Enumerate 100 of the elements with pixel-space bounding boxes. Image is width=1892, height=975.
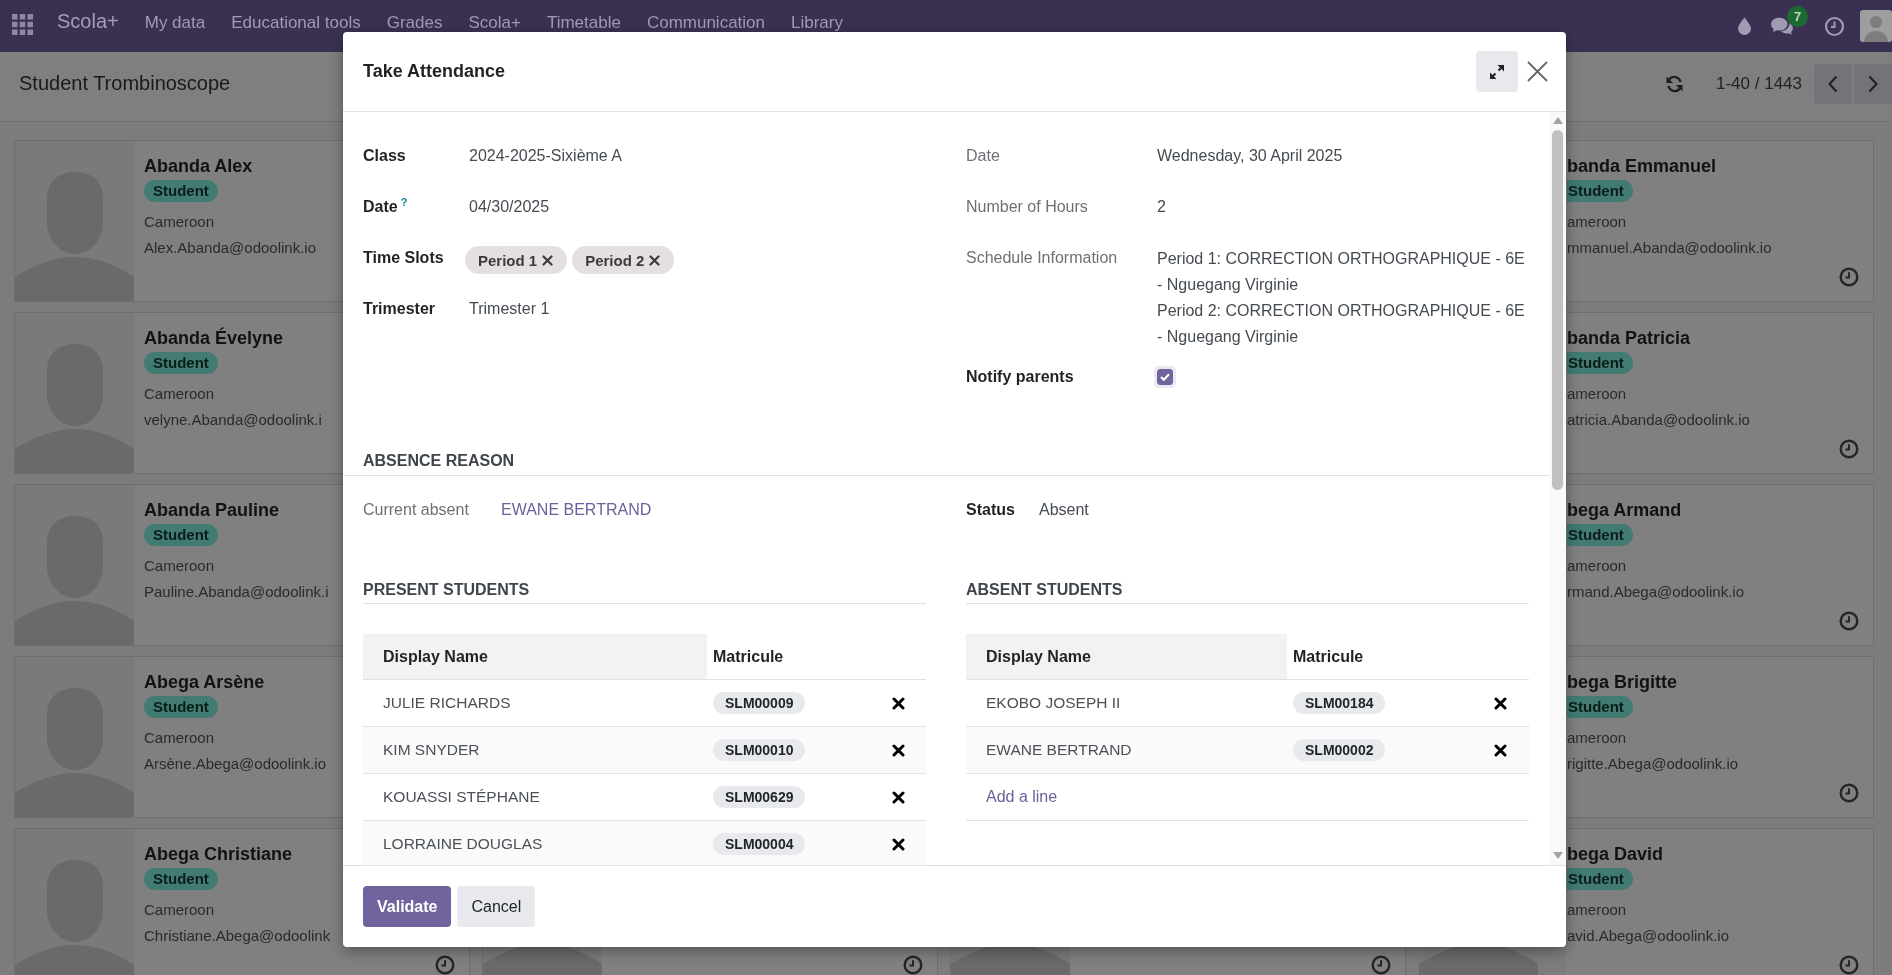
email-text: mmanuel.Abanda@odoolink.io (1567, 238, 1772, 258)
student-card[interactable]: Abega Arsène Student Cameroon Arsène.Abega@odoolink.io (14, 656, 343, 818)
matricule-tag: SLM00009 (713, 692, 806, 714)
clock-icon[interactable] (903, 955, 923, 975)
tag-label: Period 1 (478, 251, 538, 269)
cross-icon[interactable] (891, 790, 905, 804)
table-row[interactable]: KIM SNYDER SLM00010 (363, 727, 926, 774)
country-text: ameroon (1567, 384, 1627, 404)
student-name: KIM SNYDER (383, 741, 480, 759)
student-card[interactable]: bega David Student ameroon avid.Abega@odoolink.io (1566, 828, 1874, 975)
clock-icon[interactable] (1371, 955, 1391, 975)
menu-item[interactable]: Scola+ (455, 14, 534, 31)
triangle-up-icon[interactable] (1552, 117, 1563, 124)
email-text: rigitte.Abega@odoolink.io (1567, 754, 1739, 774)
student-name: bega Brigitte (1567, 671, 1677, 693)
country-text: ameroon (1567, 556, 1627, 576)
menu-item[interactable]: Communication (633, 14, 778, 31)
menu-item[interactable]: Library (778, 14, 856, 31)
matricule-tag: SLM00010 (713, 739, 806, 761)
student-name: Abanda Évelyne (144, 327, 284, 349)
student-card[interactable]: banda Emmanuel Student ameroon mmanuel.Abanda@odoolink.io (1566, 140, 1874, 302)
field-label: Class (363, 146, 406, 166)
column-header[interactable]: Display Name (966, 634, 1287, 679)
scrollbar-thumb[interactable] (1552, 130, 1563, 490)
page-title: Student Trombinoscope (19, 72, 231, 95)
previous-page-button[interactable] (1814, 63, 1852, 104)
pager-value[interactable]: 1-40 / 1443 (1716, 73, 1802, 94)
validate-button[interactable]: Validate (363, 886, 452, 927)
student-card[interactable]: Abanda Pauline Student Cameroon Pauline.Abanda@odoolink.i (14, 484, 343, 646)
clock-icon[interactable] (435, 955, 455, 975)
clock-icon[interactable] (1839, 955, 1859, 975)
cross-icon[interactable] (891, 696, 905, 710)
student-name: Abanda Alex (144, 155, 253, 177)
menu-item[interactable]: Timetable (533, 14, 634, 31)
next-page-button[interactable] (1854, 63, 1892, 104)
field-link[interactable]: EWANE BERTRAND (501, 498, 652, 522)
app-brand[interactable]: Scola+ (57, 11, 119, 31)
student-card[interactable]: bega Brigitte Student ameroon rigitte.Abega@odoolink.io (1566, 656, 1874, 818)
country-text: Cameroon (144, 556, 215, 576)
email-text: rmand.Abega@odoolink.io (1567, 582, 1744, 602)
add-line-link[interactable]: Add a line (986, 788, 1058, 806)
student-name: Abega Arsène (144, 671, 265, 693)
student-tag: Student (1567, 868, 1633, 890)
tag-label: Period 2 (585, 251, 645, 269)
student-card[interactable]: Abanda Alex Student Cameroon Alex.Abanda@odoolink.io (14, 140, 343, 302)
country-text: ameroon (1567, 728, 1627, 748)
cross-icon[interactable] (891, 837, 905, 851)
matricule-tag: SLM00002 (1293, 739, 1386, 761)
table-row[interactable]: LORRAINE DOUGLAS SLM00004 (363, 821, 926, 865)
cross-icon[interactable] (542, 254, 554, 266)
section-title: ABSENCE REASON (343, 451, 1549, 476)
field-label: Time Slots (363, 248, 444, 268)
matricule-tag: SLM00629 (713, 786, 806, 808)
clock-icon[interactable] (1839, 611, 1859, 631)
student-name: banda Emmanuel (1567, 155, 1717, 177)
student-name: banda Patricia (1567, 327, 1691, 349)
student-tag: Student (144, 868, 218, 890)
student-name: EWANE BERTRAND (986, 741, 1132, 759)
checkbox[interactable] (1154, 366, 1176, 388)
field-label: Notify parents (966, 367, 1074, 387)
table-row[interactable]: EWANE BERTRAND SLM00002 (966, 727, 1529, 774)
student-card[interactable]: banda Patricia Student ameroon atricia.Abanda@odoolink.io (1566, 312, 1874, 474)
cancel-button[interactable]: Cancel (457, 886, 536, 927)
refresh-icon[interactable] (1665, 74, 1684, 93)
apps-menu-icon[interactable] (12, 14, 33, 35)
triangle-down-icon[interactable] (1552, 852, 1563, 859)
menu-item[interactable]: My data (131, 14, 219, 31)
country-text: Cameroon (144, 900, 215, 920)
clock-icon[interactable] (1839, 783, 1859, 803)
field-value: 2024-2025-Sixième A (469, 146, 622, 166)
cross-icon[interactable] (649, 254, 661, 266)
clock-icon[interactable] (1839, 267, 1859, 287)
cross-icon[interactable] (891, 743, 905, 757)
expand-button[interactable] (1476, 51, 1518, 92)
student-tag: Student (1567, 352, 1633, 374)
student-tag: Student (144, 180, 218, 202)
section-title: ABSENT STUDENTS (966, 580, 1529, 604)
clock-icon[interactable] (1824, 15, 1845, 37)
email-text: Christiane.Abega@odoolink (144, 926, 331, 946)
close-icon[interactable] (1527, 61, 1548, 82)
drop-icon[interactable] (1737, 17, 1752, 35)
email-text: Pauline.Abanda@odoolink.i (144, 582, 329, 602)
cross-icon[interactable] (1494, 696, 1507, 710)
expand-icon (1489, 63, 1505, 80)
column-header[interactable]: Matricule (1287, 634, 1472, 679)
column-header[interactable]: Display Name (363, 634, 707, 679)
column-header[interactable]: Matricule (707, 634, 870, 679)
field-label: Trimester (363, 299, 436, 319)
clock-icon[interactable] (1839, 439, 1859, 459)
menu-item[interactable]: Grades (373, 14, 456, 31)
dialog-title: Take Attendance (363, 61, 506, 82)
student-name: Abanda Pauline (144, 499, 280, 521)
chat-icon[interactable] (1770, 16, 1794, 36)
student-card[interactable]: Abanda Évelyne Student Cameroon velyne.Abanda@odoolink.i (14, 312, 343, 474)
field-value: 2 (1157, 197, 1166, 217)
field-value: Wednesday, 30 April 2025 (1157, 146, 1343, 166)
country-text: Cameroon (144, 728, 215, 748)
menu-item[interactable]: Educational tools (218, 14, 374, 31)
cross-icon[interactable] (1494, 743, 1507, 757)
student-card[interactable]: bega Armand Student ameroon rmand.Abega@odoolink.io (1566, 484, 1874, 646)
